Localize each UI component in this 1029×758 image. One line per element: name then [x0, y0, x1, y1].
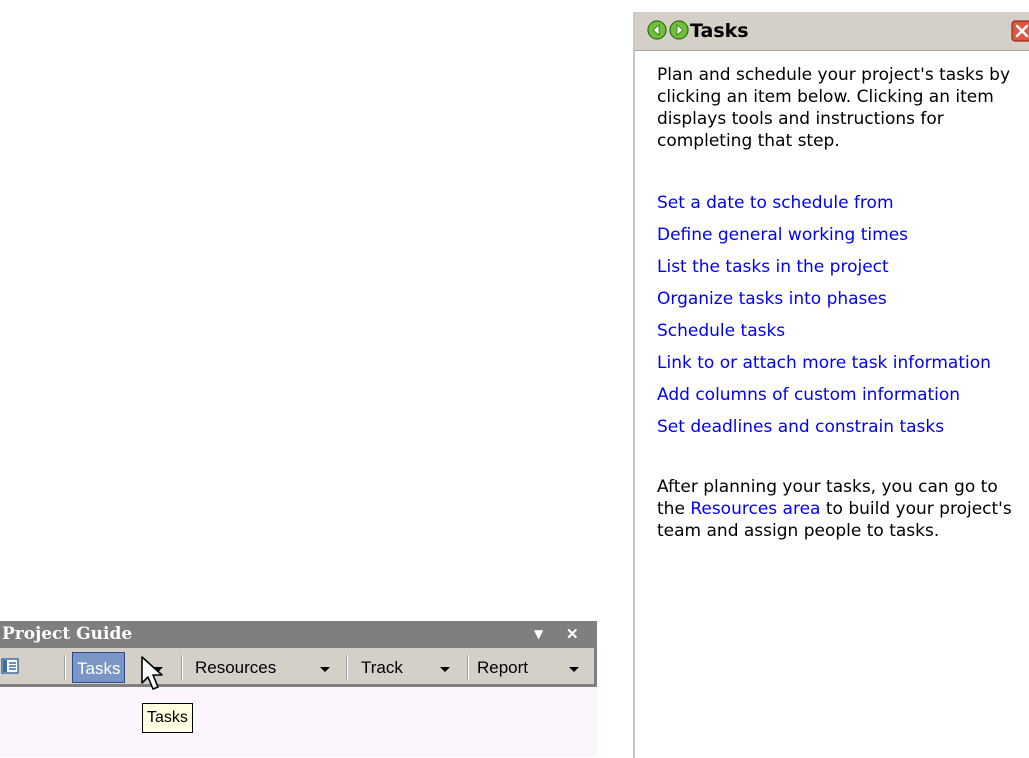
- task-pane: Tasks Plan and schedule your project's t…: [633, 12, 1029, 758]
- project-guide-title-text: Project Guide: [2, 624, 133, 644]
- project-guide-bar: Tasks Resources Track Report: [0, 648, 597, 687]
- report-dropdown-icon[interactable]: [569, 667, 579, 672]
- separator: [181, 655, 183, 680]
- resources-dropdown-icon[interactable]: [320, 667, 330, 672]
- pointer-cursor-icon: [141, 656, 163, 690]
- pane-close-icon[interactable]: [1011, 20, 1029, 42]
- link-list-tasks[interactable]: List the tasks in the project: [657, 256, 1017, 278]
- separator: [64, 655, 66, 680]
- task-pane-title: Tasks: [690, 20, 749, 42]
- project-guide-toolbar: Project Guide ▼ ✕ Tasks Resources Track …: [0, 621, 597, 757]
- link-schedule-tasks[interactable]: Schedule tasks: [657, 320, 1017, 342]
- task-pane-body: Plan and schedule your project's tasks b…: [657, 64, 1017, 559]
- back-arrow-icon[interactable]: [647, 20, 667, 40]
- link-organize-phases[interactable]: Organize tasks into phases: [657, 288, 1017, 310]
- link-deadlines[interactable]: Set deadlines and constrain tasks: [657, 416, 1017, 438]
- track-dropdown-icon[interactable]: [440, 667, 450, 672]
- task-links: Set a date to schedule from Define gener…: [657, 192, 1017, 438]
- tasks-button[interactable]: Tasks: [72, 652, 126, 683]
- pane-icon[interactable]: [1, 657, 19, 675]
- intro-text: Plan and schedule your project's tasks b…: [657, 65, 1011, 151]
- link-define-working-times[interactable]: Define general working times: [657, 224, 1017, 246]
- project-guide-content-area: [0, 687, 597, 757]
- resources-button[interactable]: Resources: [195, 652, 276, 683]
- chevron-down-icon[interactable]: ▼: [534, 621, 543, 648]
- separator: [467, 655, 469, 680]
- track-button[interactable]: Track: [361, 652, 403, 683]
- task-pane-header: Tasks: [635, 12, 1029, 51]
- tooltip: Tasks: [142, 703, 193, 733]
- resources-area-link[interactable]: Resources area: [690, 499, 820, 519]
- link-set-date[interactable]: Set a date to schedule from: [657, 192, 1017, 214]
- outro-text: After planning your tasks, you can go to…: [657, 476, 1017, 542]
- close-icon[interactable]: ✕: [566, 621, 579, 648]
- link-custom-columns[interactable]: Add columns of custom information: [657, 384, 1017, 406]
- report-button[interactable]: Report: [477, 652, 528, 683]
- separator: [346, 655, 348, 680]
- forward-arrow-icon[interactable]: [669, 20, 689, 40]
- project-guide-title: Project Guide ▼ ✕: [0, 621, 597, 648]
- link-attach-info[interactable]: Link to or attach more task information: [657, 352, 1017, 374]
